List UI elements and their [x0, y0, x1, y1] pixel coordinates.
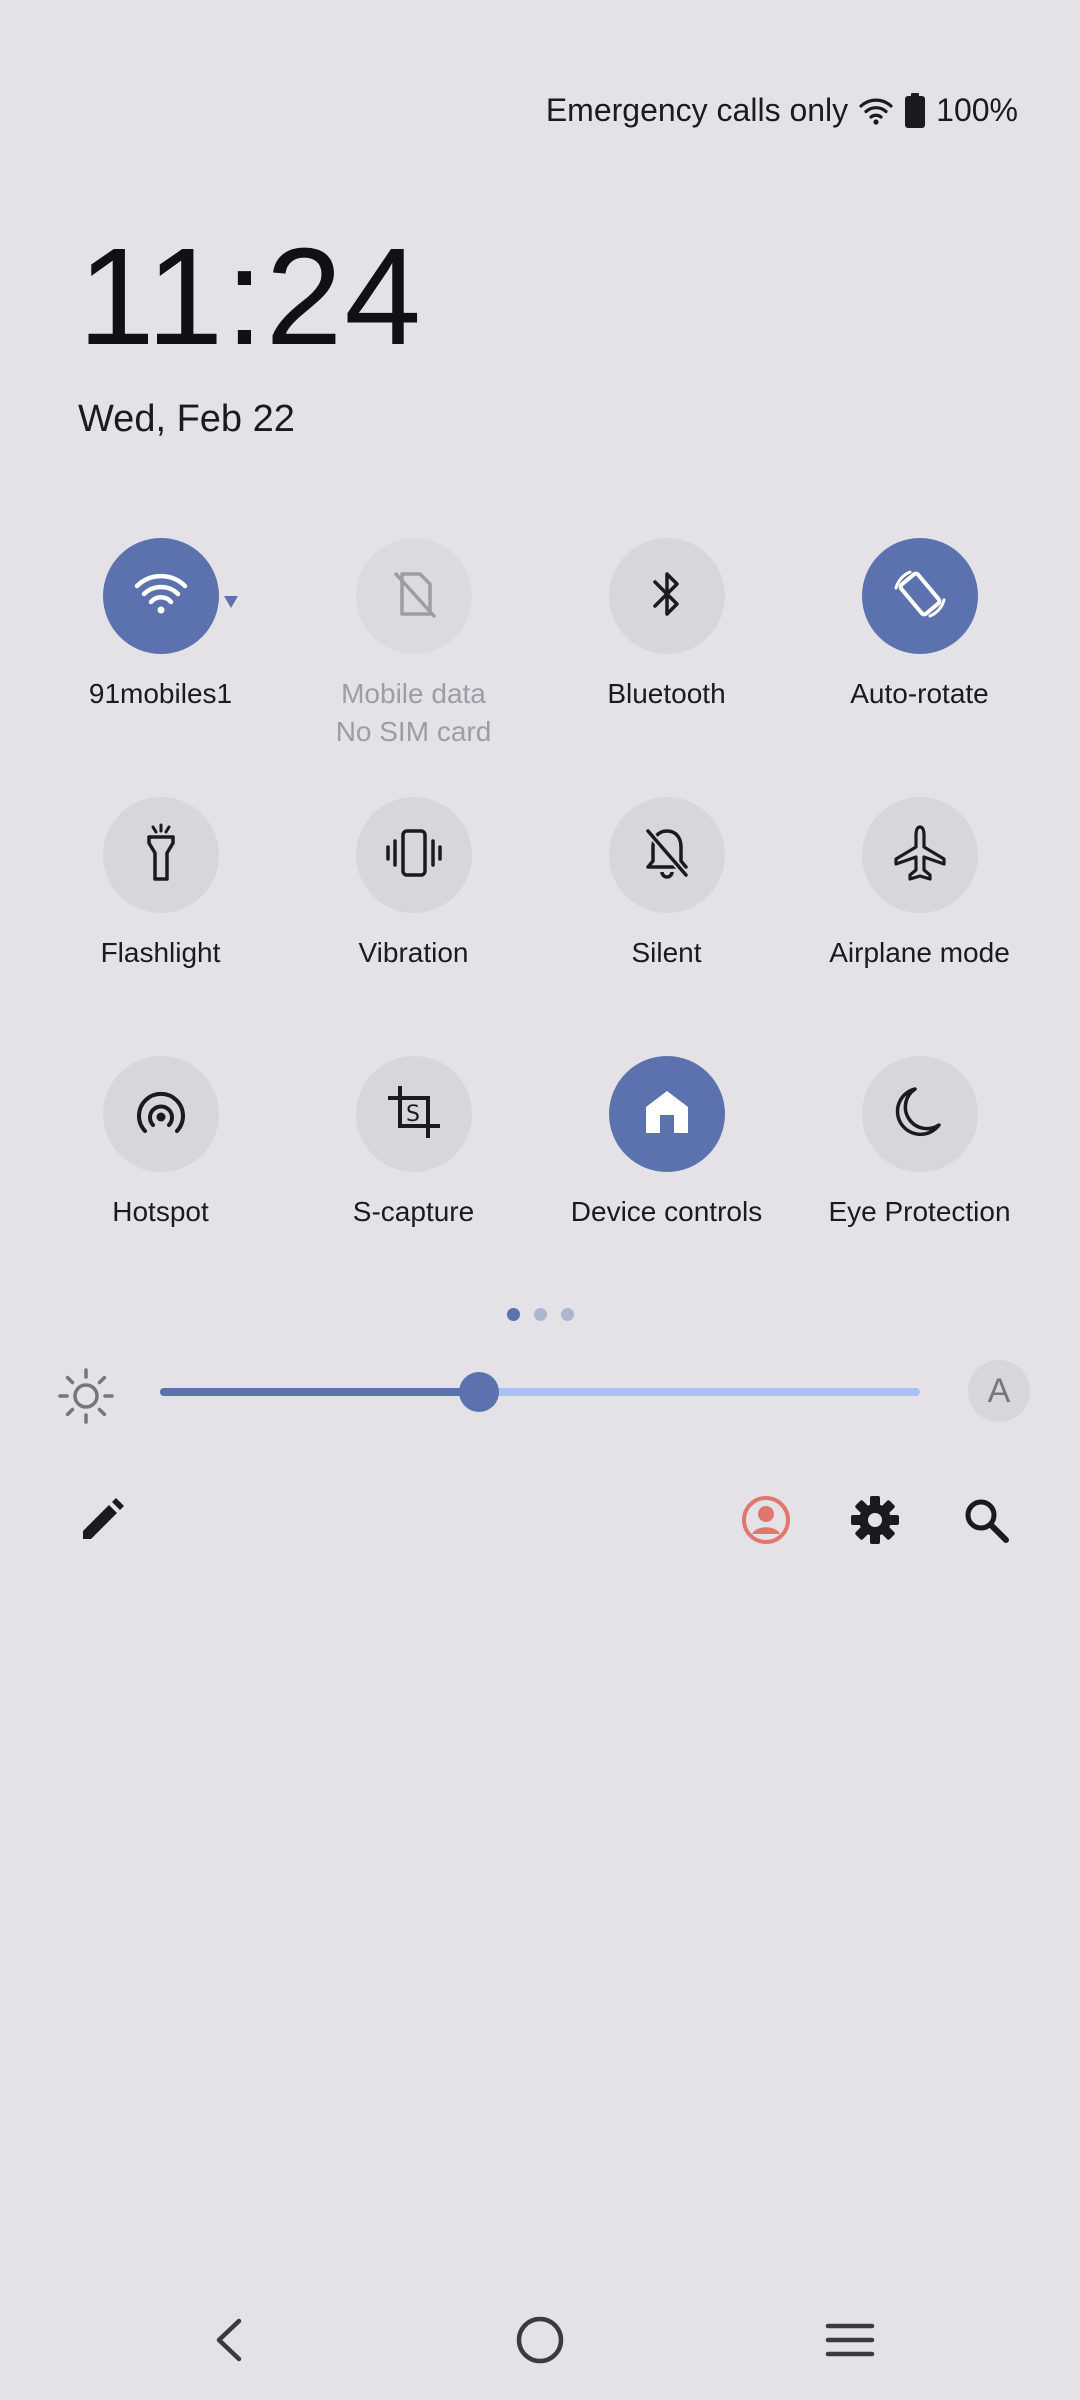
tile-label: Flashlight — [100, 937, 221, 968]
tile-label: Bluetooth — [607, 678, 726, 709]
moon-icon — [895, 1085, 945, 1144]
carrier-status-text: Emergency calls only — [545, 92, 849, 128]
brightness-sun-icon — [56, 1366, 116, 1431]
back-icon[interactable] — [194, 2310, 264, 2370]
page-dot[interactable] — [560, 1308, 574, 1321]
brightness-row: A — [0, 1352, 1080, 1432]
search-icon[interactable] — [956, 1490, 1016, 1550]
tile-mobile-data[interactable]: Mobile data No SIM card — [287, 538, 540, 797]
edit-icon[interactable] — [72, 1490, 132, 1550]
page-dot[interactable] — [506, 1308, 520, 1321]
battery-icon — [904, 92, 926, 129]
quick-settings-actions — [0, 1490, 1080, 1550]
tile-airplane-mode-button[interactable] — [861, 797, 978, 913]
wifi-icon — [133, 570, 189, 623]
tile-airplane-mode[interactable]: Airplane mode — [793, 797, 1046, 1056]
svg-text:S: S — [406, 1102, 420, 1127]
wifi-expand-caret-icon[interactable] — [224, 596, 238, 608]
hotspot-icon — [131, 1087, 191, 1142]
home-icon — [642, 1087, 692, 1142]
page-dot[interactable] — [533, 1308, 547, 1321]
tile-mobile-data-button[interactable] — [355, 538, 472, 654]
tile-label: Mobile data — [341, 678, 486, 709]
tile-vibration-button[interactable] — [355, 797, 472, 913]
screenshot-icon: S — [384, 1082, 444, 1147]
tile-s-capture[interactable]: S S-capture — [287, 1056, 540, 1315]
tile-label: Silent — [631, 937, 702, 968]
bluetooth-icon — [647, 568, 687, 625]
tile-s-capture-button[interactable]: S — [355, 1056, 472, 1172]
clock-time[interactable]: 11:24 — [78, 228, 423, 366]
battery-percent: 100% — [936, 92, 1018, 128]
clock-date[interactable]: Wed, Feb 22 — [78, 398, 295, 441]
brightness-slider[interactable] — [160, 1372, 920, 1412]
page-indicator — [0, 1308, 1080, 1321]
tile-label: Vibration — [358, 937, 469, 968]
tile-label: Hotspot — [112, 1196, 209, 1227]
tile-vibration[interactable]: Vibration — [287, 797, 540, 1056]
user-icon[interactable] — [736, 1490, 796, 1550]
tile-wifi[interactable]: 91mobiles1 — [34, 538, 287, 797]
brightness-slider-fill — [160, 1388, 480, 1396]
tile-wifi-button[interactable] — [102, 538, 219, 654]
menu-icon[interactable] — [815, 2310, 885, 2370]
tile-label: Auto-rotate — [850, 678, 989, 709]
tile-bluetooth[interactable]: Bluetooth — [540, 538, 793, 797]
tile-label: Device controls — [570, 1196, 763, 1227]
tile-hotspot-button[interactable] — [102, 1056, 219, 1172]
settings-icon[interactable] — [845, 1490, 905, 1550]
tile-sublabel: No SIM card — [335, 716, 492, 747]
tile-auto-rotate[interactable]: Auto-rotate — [793, 538, 1046, 797]
bell-off-icon — [642, 825, 692, 886]
tile-silent[interactable]: Silent — [540, 797, 793, 1056]
tile-silent-button[interactable] — [608, 797, 725, 913]
tile-auto-rotate-button[interactable] — [861, 538, 978, 654]
rotate-icon — [890, 564, 950, 629]
tile-label: Airplane mode — [829, 937, 1010, 968]
tile-eye-protection-button[interactable] — [861, 1056, 978, 1172]
tile-hotspot[interactable]: Hotspot — [34, 1056, 287, 1315]
tile-label: S-capture — [352, 1196, 475, 1227]
flashlight-icon — [139, 823, 183, 888]
vibration-icon — [384, 827, 444, 884]
brightness-slider-thumb[interactable] — [459, 1372, 500, 1412]
tile-label: 91mobiles1 — [88, 678, 233, 709]
quick-settings-grid: 91mobiles1 Mobile data No SIM card Bluet… — [34, 538, 1046, 1315]
no-sim-icon — [390, 568, 438, 625]
auto-brightness-button[interactable]: A — [968, 1360, 1030, 1422]
home-circle-icon[interactable] — [505, 2310, 575, 2370]
tile-label: Eye Protection — [828, 1196, 1011, 1227]
tile-eye-protection[interactable]: Eye Protection — [793, 1056, 1046, 1315]
wifi-icon — [858, 96, 894, 126]
tile-device-controls-button[interactable] — [608, 1056, 725, 1172]
status-bar: Emergency calls only 100% — [546, 92, 1018, 129]
tile-flashlight[interactable]: Flashlight — [34, 797, 287, 1056]
tile-device-controls[interactable]: Device controls — [540, 1056, 793, 1315]
tile-flashlight-button[interactable] — [102, 797, 219, 913]
airplane-icon — [892, 823, 948, 888]
tile-bluetooth-button[interactable] — [608, 538, 725, 654]
navigation-bar — [0, 2310, 1080, 2370]
